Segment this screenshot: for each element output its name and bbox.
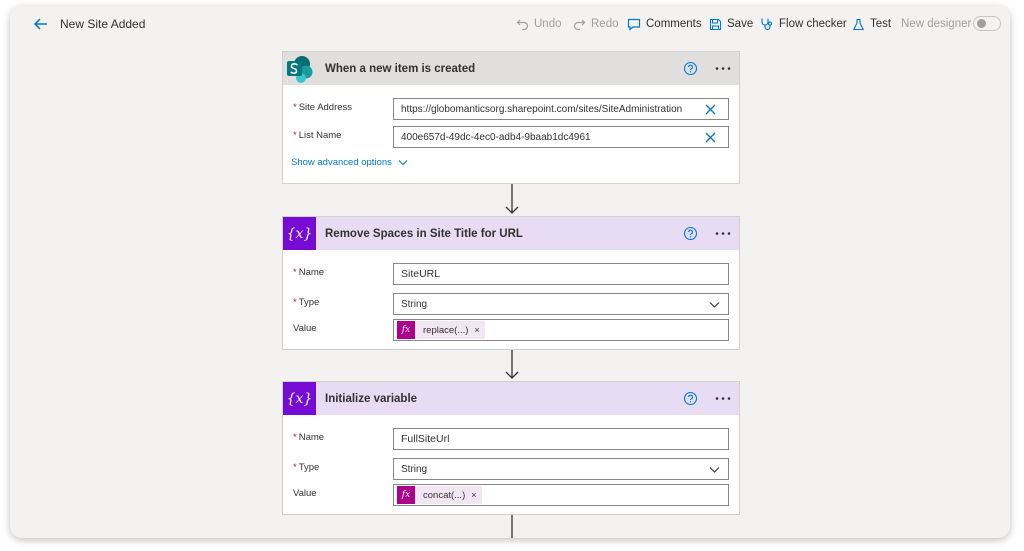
command-bar: New Site Added Undo Redo Comments Save F…: [10, 6, 1010, 42]
test-label: Test: [870, 18, 892, 30]
clear-icon[interactable]: [705, 132, 716, 143]
connector-arrow: [505, 184, 519, 214]
initialize-variable-title: Initialize variable: [325, 392, 418, 405]
name-row: * Name SiteURL: [283, 263, 741, 285]
chevron-down-icon: [709, 302, 720, 308]
expression-token[interactable]: fx concat(...) ×: [397, 486, 482, 504]
value-label: Value: [293, 488, 317, 499]
list-name-field[interactable]: 400e657d-49dc-4ec0-adb4-9baab1dc4961: [393, 126, 729, 148]
remove-spaces-card-header[interactable]: {x} Remove Spaces in Site Title for URL: [283, 217, 739, 250]
required-mark: *: [293, 462, 297, 473]
show-advanced-options-link[interactable]: Show advanced options: [291, 157, 408, 168]
site-address-value: https://globomanticsorg.sharepoint.com/s…: [401, 103, 683, 115]
undo-icon: [516, 19, 529, 30]
name-field[interactable]: FullSiteUrl: [393, 428, 729, 450]
remove-spaces-card: {x} Remove Spaces in Site Title for URL …: [282, 216, 740, 350]
flow-title: New Site Added: [60, 17, 146, 31]
flow-checker-button[interactable]: Flow checker: [760, 15, 847, 33]
type-value: String: [401, 463, 428, 475]
connector-arrow: [505, 350, 519, 379]
value-row: Value fx concat(...) ×: [283, 484, 741, 506]
redo-button[interactable]: Redo: [573, 15, 619, 33]
fx-icon: fx: [397, 486, 415, 504]
save-label: Save: [727, 18, 754, 30]
sharepoint-icon: [283, 52, 316, 85]
undo-label: Undo: [534, 18, 562, 30]
more-options-icon[interactable]: [714, 391, 732, 406]
value-label: Value: [293, 323, 317, 334]
value-row: Value fx replace(...) ×: [283, 319, 741, 341]
value-field[interactable]: fx concat(...) ×: [393, 484, 729, 506]
test-button[interactable]: Test: [852, 15, 891, 33]
clear-icon[interactable]: [705, 104, 716, 115]
site-address-field[interactable]: https://globomanticsorg.sharepoint.com/s…: [393, 98, 729, 120]
new-designer-label: New designer: [901, 18, 972, 30]
initialize-variable-card-header[interactable]: {x} Initialize variable: [283, 382, 739, 415]
list-name-value: 400e657d-49dc-4ec0-adb4-9baab1dc4961: [401, 131, 591, 143]
name-field[interactable]: SiteURL: [393, 263, 729, 285]
redo-icon: [573, 19, 586, 30]
chevron-down-icon: [709, 467, 720, 473]
required-mark: *: [293, 432, 297, 443]
stethoscope-icon: [761, 18, 773, 31]
value-field[interactable]: fx replace(...) ×: [393, 319, 729, 341]
name-label: * Name: [293, 432, 325, 443]
token-label: replace(...): [423, 324, 469, 336]
expression-token[interactable]: fx replace(...) ×: [397, 321, 485, 339]
type-value: String: [401, 298, 428, 310]
save-icon: [709, 18, 722, 30]
type-dropdown[interactable]: String: [393, 458, 729, 480]
help-icon[interactable]: [683, 61, 698, 76]
list-name-label: * List Name: [293, 130, 342, 141]
more-options-icon[interactable]: [714, 226, 732, 241]
name-label: * Name: [293, 267, 325, 278]
required-mark: *: [293, 102, 297, 113]
variable-icon: {x}: [283, 217, 316, 250]
beaker-icon: [852, 18, 865, 30]
remove-token-icon[interactable]: ×: [471, 490, 476, 500]
required-mark: *: [293, 297, 297, 308]
remove-token-icon[interactable]: ×: [474, 325, 479, 335]
flow-checker-label: Flow checker: [779, 18, 847, 30]
type-label: * Type: [293, 462, 320, 473]
site-address-label: * Site Address: [293, 102, 353, 113]
back-arrow-icon[interactable]: [32, 15, 50, 33]
type-dropdown[interactable]: String: [393, 293, 729, 315]
undo-button[interactable]: Undo: [516, 15, 562, 33]
help-icon[interactable]: [683, 226, 698, 241]
fx-icon: fx: [397, 321, 415, 339]
comments-button[interactable]: Comments: [627, 15, 702, 33]
required-mark: *: [293, 267, 297, 278]
trigger-card-header[interactable]: When a new item is created: [283, 52, 739, 85]
required-mark: *: [293, 130, 297, 141]
remove-spaces-title: Remove Spaces in Site Title for URL: [325, 227, 523, 240]
connector-arrow: [511, 515, 513, 538]
type-row: * Type String: [283, 293, 741, 315]
comments-label: Comments: [646, 18, 702, 30]
name-row: * Name FullSiteUrl: [283, 428, 741, 450]
token-label: concat(...): [423, 489, 466, 501]
save-button[interactable]: Save: [709, 15, 753, 33]
variable-icon: {x}: [283, 382, 316, 415]
help-icon[interactable]: [683, 391, 698, 406]
initialize-variable-card: {x} Initialize variable * Name FullSiteUr…: [282, 381, 740, 515]
chevron-down-icon: [398, 160, 408, 166]
list-name-row: * List Name 400e657d-49dc-4ec0-adb4-9baab…: [283, 126, 741, 148]
show-advanced-options-label: Show advanced options: [291, 157, 392, 168]
new-designer-toggle[interactable]: [973, 16, 1001, 31]
app-window: New Site Added Undo Redo Comments Save F…: [10, 6, 1010, 538]
toggle-knob: [977, 19, 986, 28]
trigger-card: When a new item is created * Site Address…: [282, 51, 740, 184]
trigger-title: When a new item is created: [325, 62, 476, 75]
redo-label: Redo: [591, 18, 619, 30]
type-row: * Type String: [283, 458, 741, 480]
type-label: * Type: [293, 297, 320, 308]
site-address-row: * Site Address https://globomanticsorg.sh…: [283, 98, 741, 120]
comment-icon: [627, 18, 641, 31]
more-options-icon[interactable]: [714, 61, 732, 76]
